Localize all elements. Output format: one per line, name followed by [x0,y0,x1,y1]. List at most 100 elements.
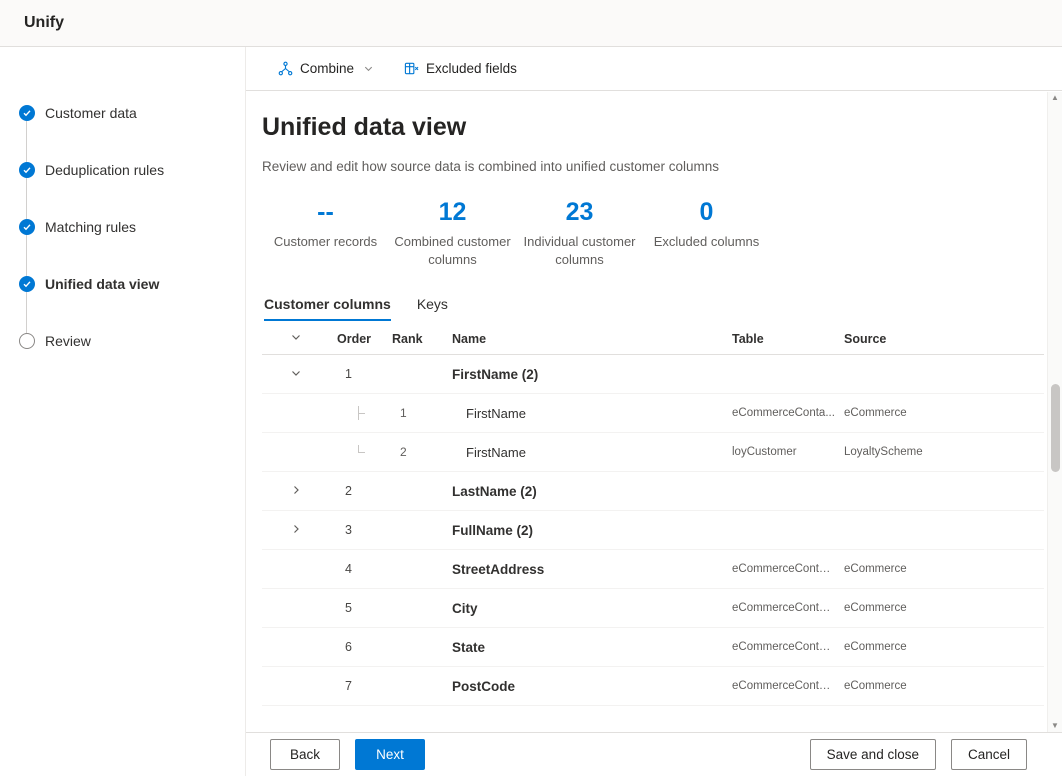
column-header-name[interactable]: Name [447,332,732,346]
source-cell: eCommerce [844,407,1044,419]
row-expander[interactable] [262,522,337,538]
stat-label: Individual customer columns [516,233,643,268]
column-header-rank[interactable]: Rank [392,332,447,346]
stat-combined-columns: 12 Combined customer columns [389,198,516,268]
name-cell: LastName (2) [447,484,732,499]
table-row[interactable]: 2 LastName (2) [262,472,1044,511]
chevron-down-icon [363,63,374,74]
step-label: Unified data view [45,276,159,292]
content-area: Unified data view Review and edit how so… [246,91,1062,732]
order-cell: 5 [337,601,392,615]
column-header-order[interactable]: Order [337,332,392,346]
table-row[interactable]: 1 FirstName (2) [262,355,1044,394]
source-cell: eCommerce [844,563,1044,575]
app-title: Unify [24,14,64,32]
wizard-stepper-sidebar: Customer data Deduplication rules Matchi… [0,47,246,776]
collapse-all-button[interactable] [262,331,337,346]
chevron-down-icon [290,331,302,346]
source-cell: eCommerce [844,602,1044,614]
tab-keys[interactable]: Keys [417,296,448,321]
excluded-fields-icon [404,61,419,76]
step-label: Review [45,333,91,349]
scroll-down-arrow-icon[interactable]: ▼ [1051,722,1059,730]
cancel-button[interactable]: Cancel [951,739,1027,770]
step-label: Deduplication rules [45,162,164,178]
rank-cell: 2 [392,445,447,459]
step-unified-data-view[interactable]: Unified data view [0,255,245,312]
combine-menu-button[interactable]: Combine [278,61,374,76]
name-cell: FirstName [447,445,732,460]
stat-value: 23 [516,198,643,227]
name-cell: FirstName (2) [447,367,732,382]
table-cell: eCommerceContacts [732,602,844,614]
page-subtitle: Review and edit how source data is combi… [262,159,1044,174]
stat-label: Customer records [262,233,389,251]
step-label: Customer data [45,105,137,121]
stat-label: Excluded columns [643,233,770,251]
chevron-down-icon [290,366,302,382]
table-row[interactable]: 4 StreetAddress eCommerceContacts eComme… [262,550,1044,589]
order-cell: 2 [337,484,392,498]
stat-value: 12 [389,198,516,227]
command-bar: Combine Excluded fields [246,47,1062,91]
table-row[interactable]: 5 City eCommerceContacts eCommerce [262,589,1044,628]
combine-icon [278,61,293,76]
save-and-close-button[interactable]: Save and close [810,739,936,770]
table-child-row[interactable]: 2 FirstName loyCustomer LoyaltyScheme [262,433,1044,472]
name-cell: PostCode [447,679,732,694]
stat-value: -- [262,198,389,227]
excluded-fields-label: Excluded fields [426,61,517,76]
stat-customer-records: -- Customer records [262,198,389,268]
tab-customer-columns[interactable]: Customer columns [264,296,391,321]
next-button[interactable]: Next [355,739,425,770]
row-expander[interactable] [262,366,337,382]
stats-row: -- Customer records 12 Combined customer… [262,198,1044,268]
tab-bar: Customer columns Keys [262,296,1044,321]
table-cell: eCommerceContacts [732,641,844,653]
step-review[interactable]: Review [0,312,245,369]
stat-value: 0 [643,198,770,227]
check-circle-icon [19,276,35,292]
unified-columns-table: Order Rank Name Table Source 1 FirstNa [262,323,1044,706]
table-cell: loyCustomer [732,446,844,458]
check-circle-icon [19,105,35,121]
empty-circle-icon [19,333,35,349]
step-matching-rules[interactable]: Matching rules [0,198,245,255]
column-header-source[interactable]: Source [844,332,1044,346]
check-circle-icon [19,219,35,235]
step-deduplication-rules[interactable]: Deduplication rules [0,141,245,198]
chevron-right-icon [290,483,302,499]
stat-excluded-columns: 0 Excluded columns [643,198,770,268]
name-cell: FirstName [447,406,732,421]
order-cell: 4 [337,562,392,576]
order-cell: 1 [337,367,392,381]
row-expander[interactable] [262,483,337,499]
order-cell: 6 [337,640,392,654]
table-row[interactable]: 3 FullName (2) [262,511,1044,550]
scroll-up-arrow-icon[interactable]: ▲ [1051,94,1059,102]
column-header-table[interactable]: Table [732,332,844,346]
check-circle-icon [19,162,35,178]
table-row[interactable]: 6 State eCommerceContacts eCommerce [262,628,1044,667]
name-cell: FullName (2) [447,523,732,538]
source-cell: LoyaltyScheme [844,446,1044,458]
order-cell: 7 [337,679,392,693]
name-cell: State [447,640,732,655]
table-cell: eCommerceContacts [732,563,844,575]
stat-individual-columns: 23 Individual customer columns [516,198,643,268]
vertical-scrollbar[interactable]: ▲ ▼ [1047,92,1062,732]
combine-label: Combine [300,61,354,76]
rank-cell: 1 [392,406,447,420]
scrollbar-thumb[interactable] [1051,384,1060,472]
table-child-row[interactable]: 1 FirstName eCommerceConta... eCommerce [262,394,1044,433]
back-button[interactable]: Back [270,739,340,770]
table-cell: eCommerceContacts [732,680,844,692]
name-cell: City [447,601,732,616]
stat-label: Combined customer columns [389,233,516,268]
step-customer-data[interactable]: Customer data [0,84,245,141]
table-row[interactable]: 7 PostCode eCommerceContacts eCommerce [262,667,1044,706]
main-panel: Combine Excluded fields Unified data vie… [246,47,1062,776]
excluded-fields-button[interactable]: Excluded fields [404,61,517,76]
top-app-bar: Unify [0,0,1062,47]
step-label: Matching rules [45,219,136,235]
